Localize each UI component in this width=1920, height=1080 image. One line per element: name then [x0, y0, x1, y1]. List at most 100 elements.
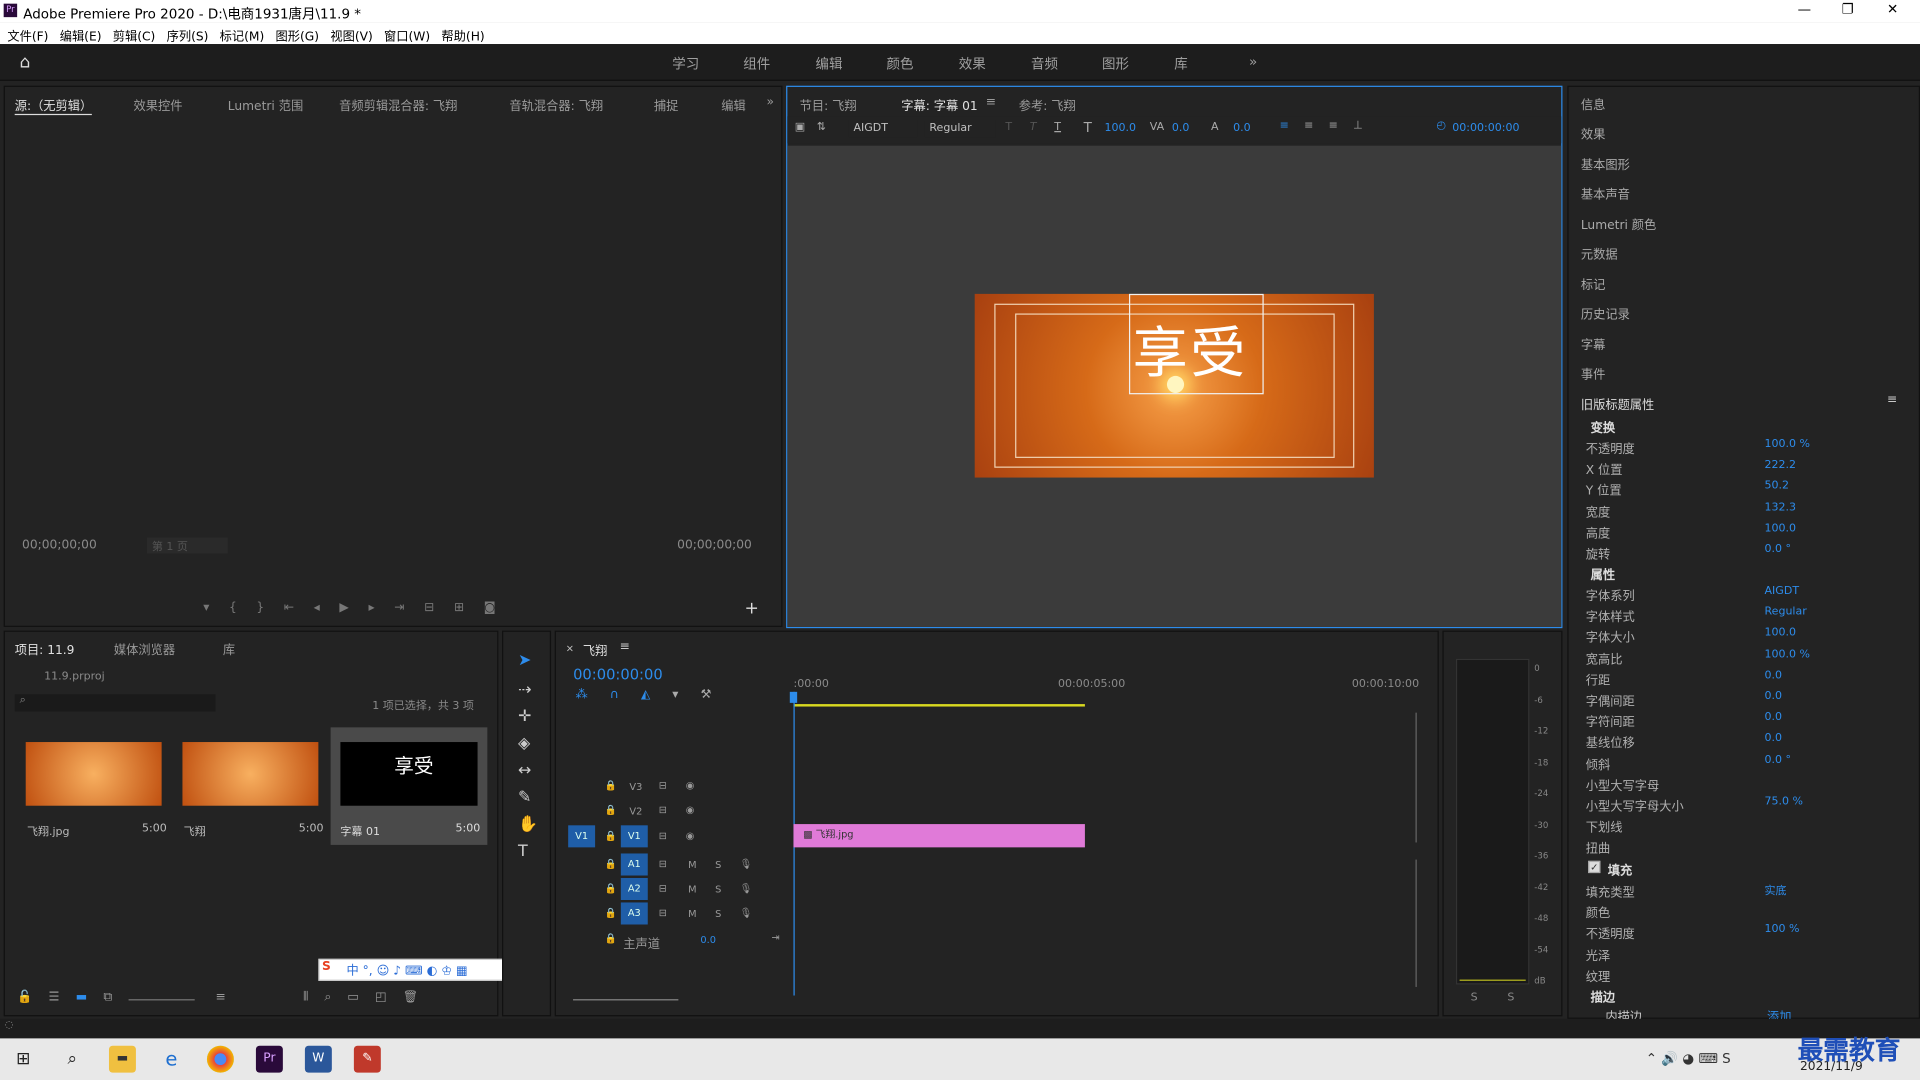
lock-icon[interactable]: 🔒 [605, 830, 617, 841]
sync-lock-icon[interactable]: ⊟ [659, 907, 667, 918]
slip-tool-icon[interactable]: ↔ [518, 762, 531, 780]
roll-crawl-icon[interactable]: ⇅ [817, 121, 826, 133]
snap-icon[interactable]: ∩ [610, 688, 641, 701]
track-label-v1[interactable]: V1 [620, 825, 648, 848]
menu-window[interactable]: 窗口(W) [384, 26, 430, 44]
bold-icon[interactable]: T [1005, 121, 1012, 133]
workspace-effects[interactable]: 效果 [959, 54, 986, 74]
sync-lock-icon[interactable]: ⊟ [659, 858, 667, 869]
track-label-v2[interactable]: V2 [629, 806, 642, 817]
menu-file[interactable]: 文件(F) [7, 26, 48, 44]
property-value[interactable]: 0.0 ° [1765, 754, 1792, 766]
close-tab-icon[interactable]: × [566, 643, 574, 654]
tab-libraries[interactable]: 库 [223, 639, 235, 657]
workspace-learn[interactable]: 学习 [672, 54, 699, 74]
premiere-taskbar-icon[interactable]: Pr [255, 1045, 283, 1073]
automate-icon[interactable]: ⫴ [303, 991, 308, 1004]
panel-info[interactable]: 信息 [1581, 94, 1605, 112]
sort-icon[interactable]: ≡ [215, 991, 225, 1004]
solo-button[interactable]: S [715, 860, 721, 871]
eye-icon[interactable]: ◉ [686, 804, 695, 815]
timeline-vertical-scroll-bottom[interactable] [1415, 859, 1417, 987]
panel-history[interactable]: 历史记录 [1581, 304, 1630, 322]
font-family-dropdown[interactable]: AIGDT [848, 120, 918, 138]
workspace-assembly[interactable]: 组件 [743, 54, 770, 74]
list-view-icon[interactable]: ☰ [49, 991, 60, 1004]
sync-lock-icon[interactable]: ⊟ [659, 830, 667, 841]
play-icon[interactable]: ▶ [339, 601, 368, 614]
eye-icon[interactable]: ◉ [686, 780, 695, 791]
workspace-editing[interactable]: 编辑 [816, 54, 843, 74]
lock-icon[interactable]: 🔒 [605, 883, 617, 894]
underline-icon[interactable]: T [1054, 121, 1061, 133]
microphone-icon[interactable]: 🎙 [740, 907, 752, 918]
property-value[interactable]: 50.2 [1765, 480, 1790, 492]
mute-button[interactable]: M [688, 860, 696, 871]
property-row[interactable]: 不透明度 100 % [1569, 921, 1920, 942]
property-row[interactable]: 字偶间距 0.0 [1569, 688, 1920, 709]
property-value[interactable]: 132.3 [1765, 502, 1797, 514]
property-value[interactable]: 0.0 ° [1765, 544, 1792, 556]
property-row[interactable]: 不透明度 100.0 % [1569, 436, 1920, 456]
timeline-horizontal-scrollbar[interactable] [573, 999, 679, 1001]
project-item-selected[interactable]: 享受 字幕 01 5:00 [330, 727, 488, 845]
panel-markers[interactable]: 标记 [1581, 274, 1605, 292]
font-style-dropdown[interactable]: Regular [924, 120, 996, 138]
tab-titler[interactable]: 字幕: 字幕 01 [901, 96, 977, 113]
zoom-slider[interactable] [128, 996, 195, 1001]
microphone-icon[interactable]: 🎙 [740, 883, 752, 894]
align-left-icon[interactable]: ≡ [1280, 120, 1289, 132]
eye-icon[interactable]: ◉ [686, 830, 695, 841]
new-bin-icon[interactable]: ▭ [347, 991, 359, 1004]
tab-lumetri-scopes[interactable]: Lumetri 范围 [228, 96, 303, 113]
go-to-end-icon[interactable]: ⇥ [771, 932, 779, 943]
type-tool-icon[interactable]: T [518, 842, 528, 860]
source-page-select[interactable]: 第 1 页 [146, 537, 228, 554]
property-value[interactable]: 0.0 [1765, 712, 1783, 724]
property-value[interactable]: 100.0 [1765, 523, 1797, 535]
property-row[interactable]: X 位置 222.2 [1569, 457, 1920, 477]
menu-graphics[interactable]: 图形(G) [276, 26, 320, 44]
property-row[interactable]: 纹理 [1569, 963, 1920, 984]
property-row[interactable]: 倾斜 0.0 ° [1569, 751, 1920, 772]
menu-clip[interactable]: 剪辑(C) [113, 26, 156, 44]
background-video-icon[interactable]: ◴ [1436, 120, 1446, 132]
track-label-a1[interactable]: A1 [620, 853, 648, 876]
property-value[interactable]: AIGDT [1765, 585, 1800, 597]
property-row[interactable]: 小型大写字母大小 75.0 % [1569, 793, 1920, 814]
property-value[interactable]: 100.0 [1765, 627, 1797, 639]
tab-edit[interactable]: 编辑 [721, 96, 745, 113]
properties-header[interactable]: 属性 [1591, 564, 1615, 582]
workspace-libraries[interactable]: 库 [1174, 54, 1187, 74]
property-row[interactable]: 宽高比 100.0 % [1569, 646, 1920, 666]
tray-icons[interactable]: ⌃ 🔊 ◕ ⌨ S [1646, 1051, 1731, 1067]
tab-effect-controls[interactable]: 效果控件 [133, 96, 182, 113]
nest-icon[interactable]: ⁂ [576, 688, 610, 701]
add-marker-icon[interactable]: ▾ [672, 688, 700, 701]
solo-button[interactable]: S [715, 909, 721, 920]
linked-selection-icon[interactable]: ◭ [641, 688, 672, 701]
overwrite-icon[interactable]: ⊞ [454, 601, 484, 614]
italic-icon[interactable]: T [1030, 121, 1037, 133]
go-to-out-icon[interactable]: ⇥ [394, 601, 424, 614]
lock-icon[interactable]: 🔒 [605, 858, 617, 869]
work-area-bar[interactable] [793, 704, 1085, 707]
step-back-icon[interactable]: ◂ [314, 601, 340, 614]
insert-icon[interactable]: ⊟ [424, 601, 454, 614]
tab-audio-clip-mixer[interactable]: 音频剪辑混合器: 飞翔 [339, 96, 457, 113]
property-row[interactable]: 填充类型 实底 [1569, 879, 1920, 900]
tab-media-browser[interactable]: 媒体浏览器 [114, 639, 175, 657]
master-volume-value[interactable]: 0.0 [700, 934, 716, 945]
icon-view-icon[interactable]: ▬ [76, 991, 88, 1004]
lock-icon[interactable]: 🔒 [605, 933, 617, 944]
microphone-icon[interactable]: 🎙 [740, 858, 752, 869]
tab-audio-track-mixer[interactable]: 音轨混合器: 飞翔 [509, 96, 603, 113]
tab-capture[interactable]: 捕捉 [654, 96, 678, 113]
tab-source[interactable]: 源:（无剪辑） [14, 96, 93, 116]
playhead-handle[interactable] [789, 691, 798, 703]
file-explorer-icon[interactable]: ▬ [108, 1045, 136, 1073]
mark-in-icon[interactable]: { [229, 601, 256, 614]
timeline-clip[interactable]: ▩ 飞翔.jpg [793, 824, 1085, 848]
sync-lock-icon[interactable]: ⊟ [659, 804, 667, 815]
property-row[interactable]: 基线位移 0.0 [1569, 730, 1920, 751]
